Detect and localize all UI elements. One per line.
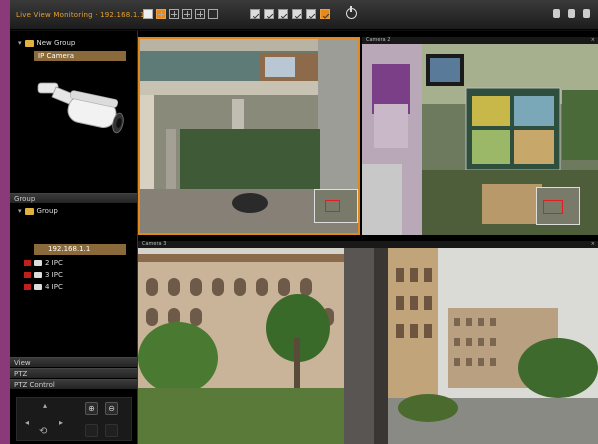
pip-preview[interactable] [314,189,358,223]
record-button[interactable] [264,9,274,19]
ptz-up-icon[interactable]: ▴ [43,401,47,410]
layout-3x3-button[interactable] [169,9,179,19]
tile-close-icon[interactable]: × [591,241,595,248]
ptz-right-icon[interactable]: ▸ [59,418,63,427]
camera-label: 4 IPC [45,283,63,291]
layout-4x4-button[interactable] [182,9,192,19]
zoom-out-button[interactable]: ⊖ [105,402,118,415]
camera-item-selected[interactable]: 192.168.1.1 [34,244,126,255]
audio-button[interactable] [292,9,302,19]
tile-header-label: Camera 3 [142,241,167,247]
pip-preview[interactable] [536,187,580,225]
menu-view[interactable]: View [10,357,137,367]
camera-icon [34,260,42,266]
video-tile-2[interactable]: Camera 2 × [362,37,598,235]
record-badge-icon [24,272,31,278]
tile-close-icon[interactable]: × [591,37,595,44]
roi-box[interactable] [325,200,340,212]
ptz-panel: ▴ ◂ ▸ ⟲ ⊕ ⊖ [16,397,132,441]
playback-button[interactable] [278,9,288,19]
ptz-left-icon[interactable]: ◂ [25,418,29,427]
layout-toolbar [143,9,218,19]
settings-button[interactable] [320,9,330,19]
zoom-in-button[interactable]: ⊕ [85,402,98,415]
tree-root[interactable]: ▾ New Group [18,39,75,47]
layout-1x1-button[interactable] [143,9,153,19]
camera-label: 2 IPC [45,259,63,267]
menu-ptz-control[interactable]: PTZ Control [10,379,137,389]
app-title: Live View Monitoring · 192.168.1.1 [16,11,145,19]
layout-2x2-button[interactable] [156,9,166,19]
lock-icon[interactable] [568,9,575,18]
power-icon[interactable] [346,6,357,19]
folder-icon [24,207,34,215]
video-tile-3[interactable]: Camera 3 × [138,241,598,444]
tile-header: Camera 2 × [362,37,598,44]
camera-label: 3 IPC [45,271,63,279]
camera-icon [34,284,42,290]
title-bar: Live View Monitoring · 192.168.1.1 [10,0,598,30]
record-badge-icon [24,260,31,266]
video-viewport: Camera 2 × Camera 3 × [138,31,598,444]
group-label: Group [36,207,58,215]
camera-item[interactable]: 2 IPC [24,259,63,267]
folder-icon [24,39,34,47]
camera-feed-campus [138,248,598,444]
user-icon[interactable] [553,9,560,18]
app-window: Live View Monitoring · 192.168.1.1 ▾ New… [10,0,598,444]
menu-ptz[interactable]: PTZ [10,368,137,378]
snapshot-button[interactable] [250,9,260,19]
record-badge-icon [24,284,31,290]
camera-label: 192.168.1.1 [48,245,91,253]
roi-box[interactable] [543,200,563,214]
window-controls [553,9,590,18]
exit-icon[interactable] [583,9,590,18]
group-section-header[interactable]: Group [10,193,137,203]
tile-header: Camera 3 × [138,241,598,248]
ptz-center-icon[interactable]: ⟲ [39,426,47,437]
tree-root-label: New Group [36,39,76,47]
tree-item-selected[interactable]: IP Camera [34,51,126,61]
camera-item[interactable]: 3 IPC [24,271,63,279]
group-row[interactable]: ▾ Group [18,207,58,215]
video-tile-1[interactable] [138,37,360,235]
bullet-camera-image [37,82,124,134]
tile-header-label: Camera 2 [366,37,391,43]
camera-icon [34,272,42,278]
layout-custom-button[interactable] [195,9,205,19]
talk-button[interactable] [306,9,316,19]
layout-fullscreen-button[interactable] [208,9,218,19]
sidebar: ▾ New Group IP Camera Group ▾ Group 192.… [10,31,138,444]
camera-item[interactable]: 4 IPC [24,283,63,291]
action-toolbar [250,9,330,19]
focus-far-button[interactable] [105,424,118,437]
focus-near-button[interactable] [85,424,98,437]
